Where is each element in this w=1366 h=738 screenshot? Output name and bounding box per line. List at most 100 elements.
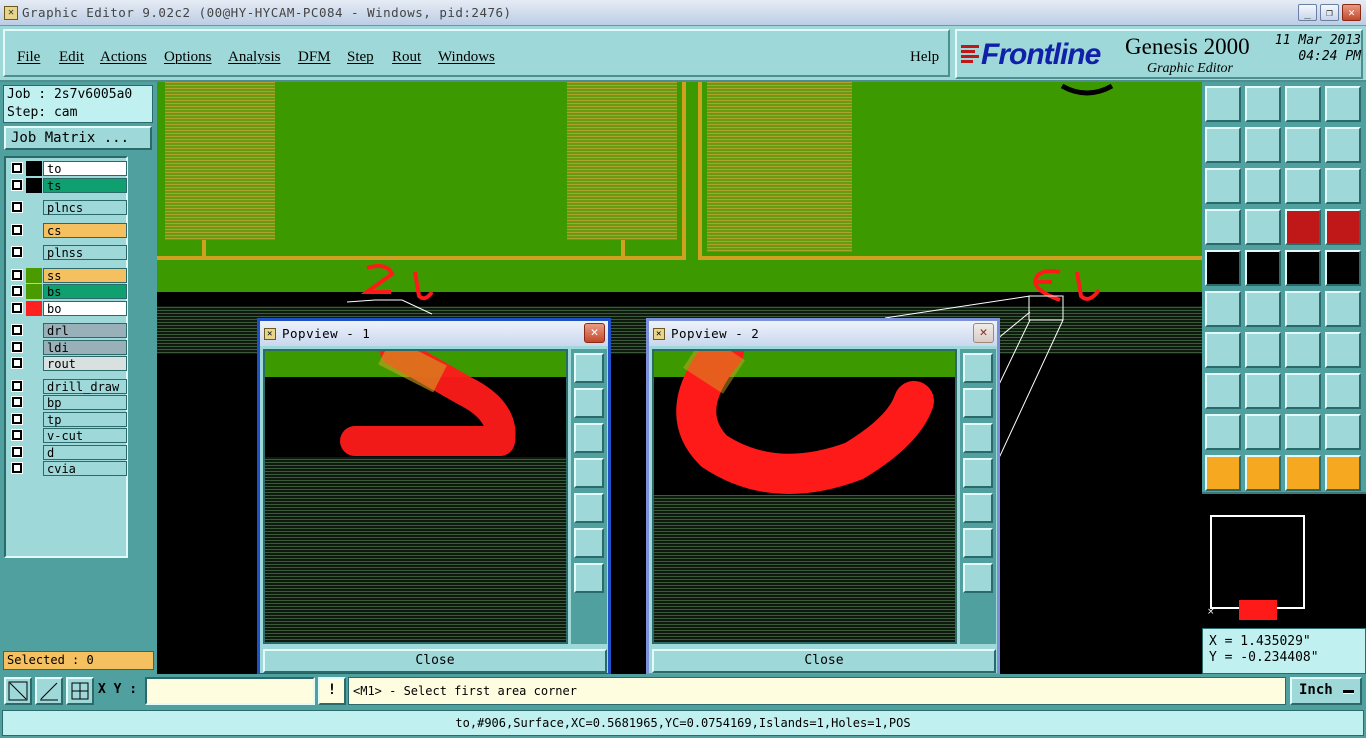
layer-name[interactable]: tp: [43, 411, 127, 427]
menu-actions[interactable]: Actions: [100, 49, 147, 66]
layer-row-bo[interactable]: bo: [9, 300, 127, 316]
layer-color-swatch[interactable]: [26, 177, 42, 193]
popview-1-close-icon[interactable]: ✕: [584, 323, 605, 343]
layer-color-swatch[interactable]: [26, 323, 42, 338]
layer-row-d[interactable]: d: [9, 444, 127, 460]
popview-zoom-out-icon[interactable]: [574, 528, 604, 558]
tool-triangle-3-icon[interactable]: [1285, 414, 1321, 450]
tool-feature-select-icon[interactable]: [1205, 250, 1241, 286]
layer-color-swatch[interactable]: [26, 222, 42, 238]
layer-checkbox[interactable]: [11, 429, 23, 441]
layer-checkbox[interactable]: [11, 201, 23, 213]
tool-measure-icon[interactable]: [1205, 209, 1241, 245]
layer-checkbox[interactable]: [11, 357, 23, 369]
popview-pan-right-icon[interactable]: [963, 493, 993, 523]
menu-step[interactable]: Step: [347, 49, 374, 66]
layer-color-swatch[interactable]: [26, 245, 42, 260]
layer-name[interactable]: ts: [43, 177, 127, 193]
tool-ruler-icon[interactable]: [1285, 250, 1321, 286]
layer-name[interactable]: bp: [43, 395, 127, 410]
layer-row-cvia[interactable]: cvia: [9, 461, 127, 476]
tool-zoom-fit-icon[interactable]: [1245, 168, 1281, 204]
overview-map[interactable]: ×: [1202, 492, 1366, 628]
layer-checkbox[interactable]: [11, 301, 23, 314]
tool-cursor-1-icon[interactable]: [1205, 455, 1241, 491]
popview-zoom-out-icon[interactable]: [963, 528, 993, 558]
layer-row-cs[interactable]: cs: [9, 222, 127, 238]
layer-checkbox[interactable]: [11, 379, 23, 392]
layer-color-swatch[interactable]: [26, 461, 42, 476]
layer-name[interactable]: drill_draw: [43, 378, 127, 394]
layer-row-plncs[interactable]: plncs: [9, 200, 127, 215]
tool-pad-select-icon[interactable]: [1325, 250, 1361, 286]
tool-copy-feature-icon[interactable]: [1205, 373, 1241, 409]
job-matrix-button[interactable]: Job Matrix ...: [4, 126, 152, 150]
layer-color-swatch[interactable]: [26, 378, 42, 394]
layer-name[interactable]: cvia: [43, 461, 127, 476]
tool-fit-all-icon[interactable]: [1205, 168, 1241, 204]
layer-name[interactable]: ss: [43, 267, 127, 283]
tool-flip-icon[interactable]: [1325, 332, 1361, 368]
tool-pan-up-icon[interactable]: [1205, 86, 1241, 122]
layer-checkbox[interactable]: [11, 162, 23, 174]
warning-icon[interactable]: !: [318, 677, 346, 705]
layer-checkbox[interactable]: [11, 340, 23, 353]
layer-color-swatch[interactable]: [26, 411, 42, 427]
popview-pan-up-icon[interactable]: [963, 388, 993, 418]
layer-row-drill_draw[interactable]: drill_draw: [9, 378, 127, 394]
tool-connect-nodes-icon[interactable]: [1205, 291, 1241, 327]
layer-color-swatch[interactable]: [26, 428, 42, 443]
tool-help-icon[interactable]: [1325, 168, 1361, 204]
tool-window-view-icon[interactable]: [1325, 86, 1361, 122]
menu-rout[interactable]: Rout: [392, 49, 421, 66]
tool-point-select-icon[interactable]: [1285, 291, 1321, 327]
layer-name[interactable]: v-cut: [43, 428, 127, 443]
tool-pan-left-icon[interactable]: [1205, 127, 1241, 163]
tool-arrow-select-icon[interactable]: [1325, 291, 1361, 327]
layer-color-swatch[interactable]: [26, 356, 42, 371]
layer-row-ldi[interactable]: ldi: [9, 339, 127, 355]
layer-color-swatch[interactable]: [26, 161, 42, 176]
grid-mode-icon[interactable]: [66, 677, 94, 705]
popview-zoom-icon[interactable]: [963, 353, 993, 383]
layer-name[interactable]: cs: [43, 222, 127, 238]
layer-name[interactable]: ldi: [43, 339, 127, 355]
layer-checkbox[interactable]: [11, 223, 23, 236]
tool-minus-icon[interactable]: [1245, 373, 1281, 409]
layer-checkbox[interactable]: [11, 178, 23, 191]
menu-help[interactable]: Help: [910, 49, 939, 66]
layer-row-drl[interactable]: drl: [9, 323, 127, 338]
layer-name[interactable]: drl: [43, 323, 127, 338]
layer-row-ts[interactable]: ts: [9, 177, 127, 193]
tool-redo-view-icon[interactable]: [1325, 127, 1361, 163]
measure-mode-icon[interactable]: [35, 677, 63, 705]
tool-undo-view-icon[interactable]: [1285, 127, 1321, 163]
layer-checkbox[interactable]: [11, 396, 23, 408]
tool-triangle-4-icon[interactable]: [1325, 414, 1361, 450]
layer-name[interactable]: bs: [43, 284, 127, 299]
popview-pan-down-icon[interactable]: [574, 423, 604, 453]
layer-name[interactable]: d: [43, 444, 127, 460]
popview-zoom-in-icon[interactable]: [574, 563, 604, 593]
maximize-button[interactable]: ❐: [1320, 4, 1339, 21]
popview-pan-up-icon[interactable]: [574, 388, 604, 418]
tool-slant-line-icon[interactable]: [1205, 332, 1241, 368]
tool-snap-blue-icon[interactable]: [1325, 209, 1361, 245]
minimize-button[interactable]: _: [1298, 4, 1317, 21]
popview-pan-left-icon[interactable]: [963, 458, 993, 488]
menu-windows[interactable]: Windows: [438, 49, 495, 66]
popview-zoom-in-icon[interactable]: [963, 563, 993, 593]
layer-row-v-cut[interactable]: v-cut: [9, 428, 127, 443]
units-button[interactable]: Inch: [1290, 677, 1362, 705]
popview-1-view[interactable]: [263, 349, 568, 644]
menu-analysis[interactable]: Analysis: [228, 49, 281, 66]
popview-2-view[interactable]: [652, 349, 957, 644]
tool-pan-right-icon[interactable]: [1245, 127, 1281, 163]
tool-triangle-2-icon[interactable]: [1245, 414, 1281, 450]
layer-row-rout[interactable]: rout: [9, 356, 127, 371]
layer-name[interactable]: rout: [43, 356, 127, 371]
popview-zoom-icon[interactable]: [574, 353, 604, 383]
tool-one-to-one-icon[interactable]: [1285, 168, 1321, 204]
tool-cross-select-icon[interactable]: [1245, 291, 1281, 327]
layer-row-bs[interactable]: bs: [9, 284, 127, 299]
